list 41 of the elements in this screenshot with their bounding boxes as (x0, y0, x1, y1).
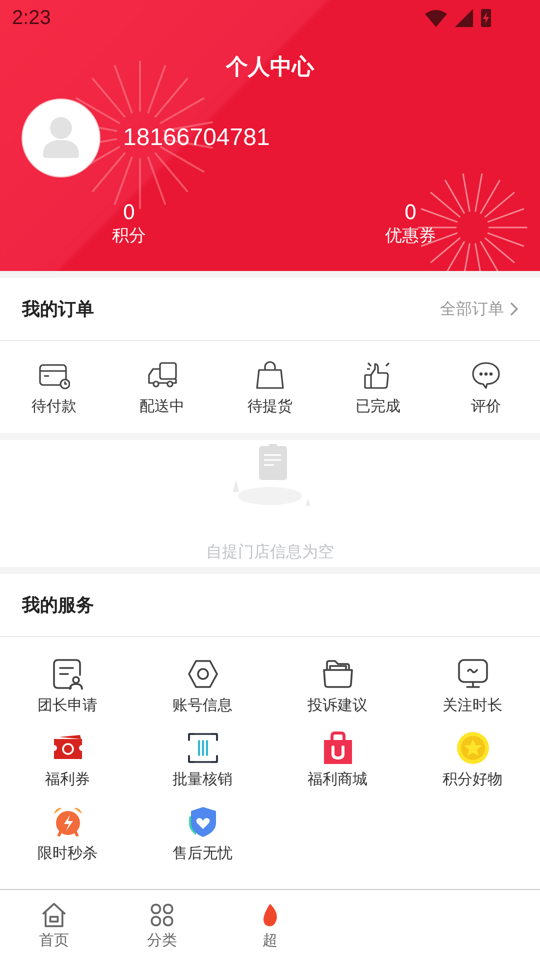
service-item[interactable]: 团长申请 (0, 657, 135, 715)
avatar-icon[interactable] (21, 98, 101, 178)
chevron-right-icon (510, 302, 518, 316)
service-item[interactable]: 关注时长 (405, 657, 540, 715)
nav-tab[interactable]: 首页 (0, 890, 108, 960)
service-item[interactable]: 福利商城 (270, 731, 405, 789)
signal-icon (454, 8, 474, 28)
order-status-item[interactable]: 已完成 (324, 358, 432, 416)
service-item[interactable]: 投诉建议 (270, 657, 405, 715)
page-title: 个人中心 (224, 54, 316, 82)
order-status-item[interactable]: 待提货 (216, 358, 324, 416)
service-item[interactable]: 账号信息 (135, 657, 270, 715)
section-title: 我的服务 (22, 594, 94, 617)
nav-tab[interactable]: 分类 (108, 890, 216, 960)
phone-number: 18166704781 (123, 124, 270, 152)
home-icon (40, 900, 68, 928)
status-time: 2:23 (12, 6, 51, 30)
monitor-icon (456, 657, 490, 691)
order-status-item[interactable]: 评价 (432, 358, 540, 416)
nav-tab[interactable]: 超 (216, 890, 324, 960)
scan-icon (186, 731, 220, 765)
service-item[interactable]: 售后无忧 (135, 805, 270, 863)
service-item[interactable]: 批量核销 (135, 731, 270, 789)
folder-icon (320, 657, 354, 691)
empty-message: 自提门店信息为空 (206, 542, 334, 563)
form-icon (50, 657, 84, 691)
bag-icon (254, 358, 286, 390)
hexagon-icon (186, 657, 220, 691)
stat-value: 0 (122, 200, 136, 224)
section-title: 我的订单 (22, 298, 94, 321)
order-status-item[interactable]: 待付款 (0, 358, 108, 416)
service-item[interactable]: 积分好物 (405, 731, 540, 789)
service-item[interactable]: 福利券 (0, 731, 135, 789)
order-status-item[interactable]: 配送中 (108, 358, 216, 416)
stat-value: 0 (404, 200, 417, 224)
stat-label: 积分 (112, 225, 146, 248)
service-item[interactable]: 限时秒杀 (0, 805, 135, 863)
coin-icon (456, 731, 490, 765)
stat-label: 优惠券 (385, 225, 436, 248)
wifi-icon (424, 8, 448, 28)
battery-icon (480, 8, 492, 28)
